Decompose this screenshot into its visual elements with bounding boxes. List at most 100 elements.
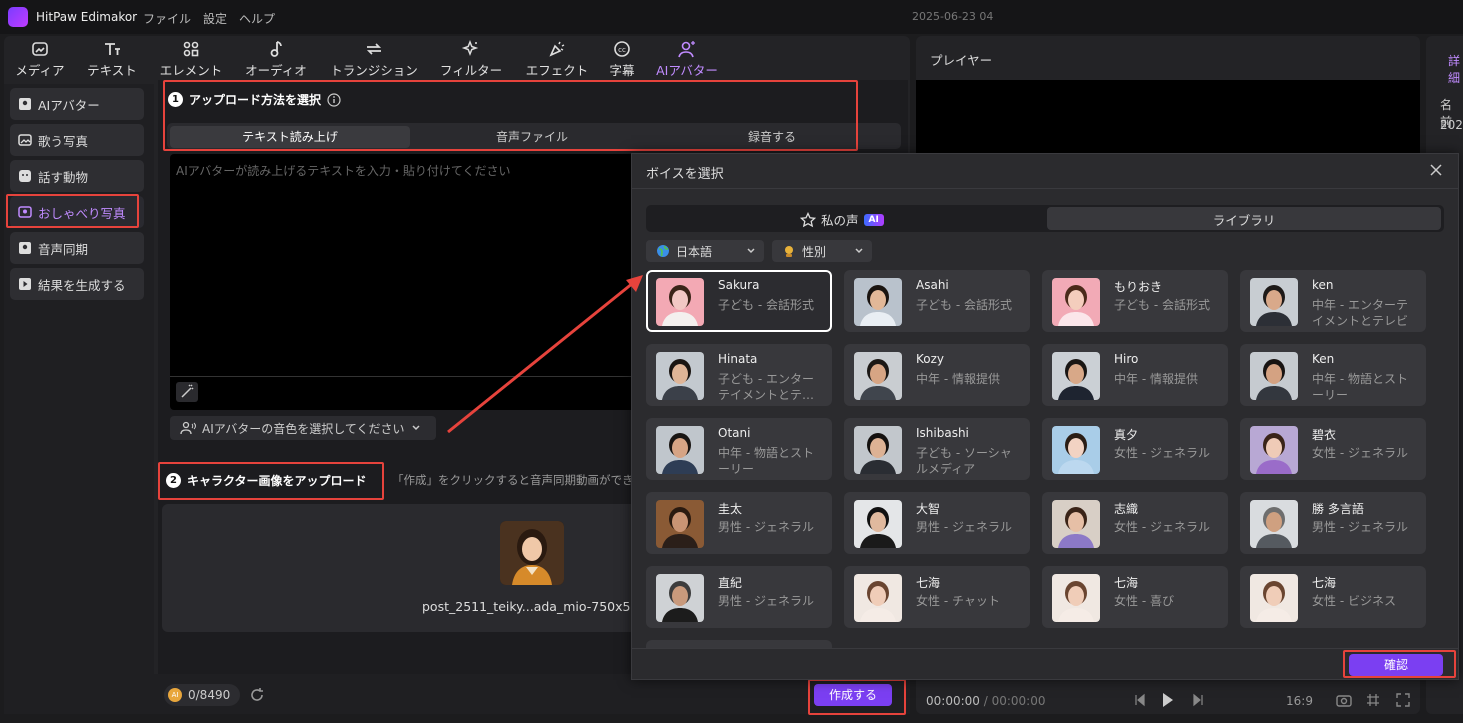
voice-description: 子ども - 会話形式	[916, 298, 1012, 312]
voice-description: 子ども - ソーシャルメディア	[916, 446, 1012, 476]
voice-card[interactable]: 勝 多言語 男性 - ジェネラル	[1240, 492, 1426, 554]
voice-card[interactable]: Otani 中年 - 物語とストーリー	[646, 418, 832, 480]
voice-card[interactable]: Sakura 子ども - 会話形式	[646, 270, 832, 332]
chevron-down-icon	[412, 425, 420, 431]
voice-name: Hinata	[718, 352, 758, 366]
tab-media[interactable]: メディア	[0, 38, 80, 78]
voice-card[interactable]: Asahi 子ども - 会話形式	[844, 270, 1030, 332]
voice-card[interactable]: Ishibashi 子ども - ソーシャルメディア	[844, 418, 1030, 480]
highlight-confirm-button	[1343, 650, 1456, 678]
sidebar-item-lip-sync[interactable]: 音声同期	[10, 232, 144, 264]
credits-counter: AI 0/8490	[164, 684, 240, 706]
voice-avatar	[854, 574, 902, 622]
voice-card[interactable]: 真夕 女性 - ジェネラル	[1042, 418, 1228, 480]
singing-photo-icon	[18, 134, 32, 146]
refresh-icon[interactable]	[248, 686, 266, 704]
voice-avatar	[1052, 278, 1100, 326]
voice-card[interactable]: Hinata 子ども - エンターテイメントとテ…	[646, 344, 832, 406]
voice-avatar	[1052, 426, 1100, 474]
character-thumbnail[interactable]	[500, 521, 564, 585]
voice-avatar	[854, 352, 902, 400]
highlight-upload-character	[158, 462, 384, 500]
audio-icon	[266, 40, 286, 58]
tab-audio[interactable]: オーディオ	[236, 38, 316, 78]
sidebar-item-generate-result[interactable]: 結果を生成する	[10, 268, 144, 300]
ai-badge: AI	[863, 213, 884, 226]
menu-file[interactable]: ファイル	[143, 10, 191, 27]
voice-card-partial[interactable]	[646, 640, 832, 648]
menu-settings[interactable]: 設定	[203, 10, 227, 27]
credit-coin-icon: AI	[168, 688, 182, 702]
language-dropdown[interactable]: 日本語	[646, 240, 764, 262]
next-frame-icon[interactable]	[1192, 693, 1204, 707]
voice-description: 中年 - 情報提供	[1114, 372, 1198, 386]
magic-wand-icon[interactable]	[176, 382, 198, 402]
tab-transition[interactable]: トランジション	[322, 38, 426, 78]
voice-card[interactable]: 碧衣 女性 - ジェネラル	[1240, 418, 1426, 480]
step2-hint: 「作成」をクリックすると音声同期動画ができ	[392, 473, 632, 487]
textarea-divider	[170, 376, 640, 377]
character-file-name: post_2511_teiky...ada_mio-750x50	[422, 599, 632, 614]
voice-avatar	[854, 278, 902, 326]
voice-name: Asahi	[916, 278, 949, 292]
voice-avatar	[656, 500, 704, 548]
tab-text[interactable]: テキスト	[72, 38, 152, 78]
sidebar-item-talking-animal[interactable]: 話す動物	[10, 160, 144, 192]
tab-details[interactable]: 詳細	[1448, 52, 1463, 86]
tab-library[interactable]: ライブラリ	[1047, 210, 1441, 229]
voice-card[interactable]: もりおき 子ども - 会話形式	[1042, 270, 1228, 332]
voice-card[interactable]: 七海 女性 - 喜び	[1042, 566, 1228, 628]
voice-person-icon	[180, 421, 196, 435]
voice-card[interactable]: Ken 中年 - 物語とストーリー	[1240, 344, 1426, 406]
play-button-icon[interactable]	[1162, 692, 1174, 708]
voice-card[interactable]: 七海 女性 - ビジネス	[1240, 566, 1426, 628]
close-icon[interactable]	[1428, 162, 1444, 178]
transition-icon	[364, 40, 384, 58]
voice-card[interactable]: 直紀 男性 - ジェネラル	[646, 566, 832, 628]
voice-avatar	[1250, 278, 1298, 326]
script-textarea[interactable]	[170, 154, 640, 410]
play-icon	[19, 278, 31, 290]
prev-frame-icon[interactable]	[1134, 693, 1146, 707]
globe-icon	[657, 245, 669, 257]
snapshot-icon[interactable]	[1336, 693, 1352, 707]
sidebar-item-ai-avatar[interactable]: AIアバター	[10, 88, 144, 120]
voice-description: 中年 - 情報提供	[916, 372, 1000, 386]
app-logo-icon	[8, 7, 28, 27]
effect-icon	[547, 40, 567, 58]
voice-description: 子ども - 会話形式	[1114, 298, 1210, 312]
voice-card[interactable]: 圭太 男性 - ジェネラル	[646, 492, 832, 554]
voice-name: Ishibashi	[916, 426, 969, 440]
voice-card[interactable]: 七海 女性 - チャット	[844, 566, 1030, 628]
menu-help[interactable]: ヘルプ	[239, 10, 275, 27]
voice-description: 中年 - 物語とストーリー	[718, 446, 814, 476]
voice-card[interactable]: Kozy 中年 - 情報提供	[844, 344, 1030, 406]
voice-description: 男性 - ジェネラル	[718, 520, 814, 534]
subtitle-icon: cc	[612, 40, 632, 58]
details-name-value: 202	[1440, 118, 1463, 132]
voice-avatar	[1052, 500, 1100, 548]
timestamp: 2025-06-23 04	[912, 10, 994, 23]
tab-filter[interactable]: フィルター	[431, 38, 511, 78]
voice-card[interactable]: ken 中年 - エンターテイメントとテレビ	[1240, 270, 1426, 332]
tab-elements[interactable]: エレメント	[151, 38, 231, 78]
voice-card[interactable]: Hiro 中年 - 情報提供	[1042, 344, 1228, 406]
tab-ai-avatar[interactable]: AIアバター	[647, 38, 727, 78]
tab-my-voice[interactable]: 私の声 AI	[800, 210, 884, 229]
fullscreen-icon[interactable]	[1396, 693, 1410, 707]
voice-name: 七海	[1114, 576, 1139, 590]
grid-icon[interactable]	[1366, 693, 1380, 707]
sidebar-item-singing-photo[interactable]: 歌う写真	[10, 124, 144, 156]
voice-name: 七海	[1312, 576, 1337, 590]
gender-dropdown[interactable]: 性別	[772, 240, 872, 262]
voice-description: 女性 - ジェネラル	[1114, 520, 1210, 534]
dialog-title: ボイスを選択	[646, 167, 724, 182]
voice-avatar	[1052, 574, 1100, 622]
aspect-ratio-select[interactable]: 16:9	[1286, 694, 1313, 708]
voice-avatar	[854, 426, 902, 474]
voice-card[interactable]: 大智 男性 - ジェネラル	[844, 492, 1030, 554]
select-voice-button[interactable]: AIアバターの音色を選択してください	[170, 416, 436, 440]
chevron-down-icon	[747, 248, 755, 254]
lip-sync-icon	[19, 242, 31, 254]
voice-card[interactable]: 志織 女性 - ジェネラル	[1042, 492, 1228, 554]
